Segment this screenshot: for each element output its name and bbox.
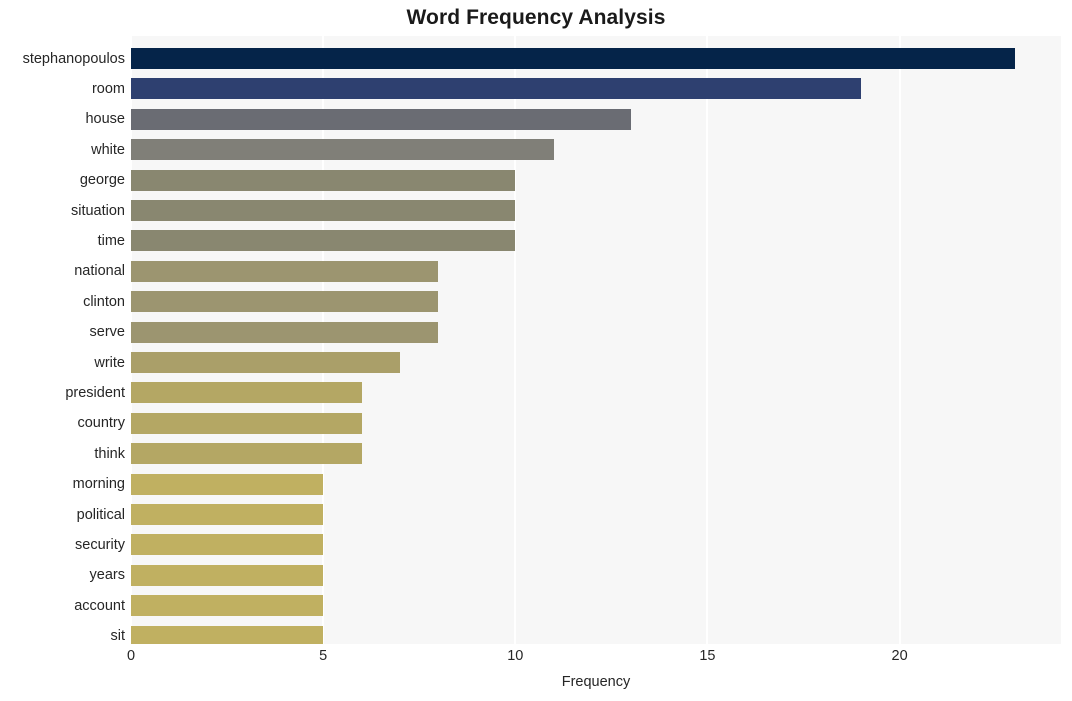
y-tick-label: room [91, 80, 125, 97]
y-tick-label: morning [72, 476, 125, 493]
y-tick-label: political [76, 506, 125, 523]
bar [131, 230, 516, 252]
bar [131, 534, 324, 556]
chart-figure: Word Frequency Analysis stephanopoulos ro… [0, 0, 1072, 701]
y-tick-label: security [75, 536, 125, 553]
x-tick-label: 0 [126, 648, 136, 664]
bar-series [131, 36, 1061, 644]
y-tick-label: think [94, 445, 125, 462]
bar [131, 504, 324, 525]
y-tick-label: national [74, 263, 125, 280]
page-title: Word Frequency Analysis [406, 6, 666, 29]
bar [131, 625, 324, 644]
bar [131, 352, 400, 373]
x-axis-title: Frequency [561, 674, 631, 690]
y-tick-label: time [97, 232, 125, 249]
bar [131, 564, 324, 586]
bar [131, 443, 362, 465]
y-tick-label: clinton [83, 293, 125, 310]
bar [131, 595, 324, 617]
bar [131, 200, 516, 221]
bar [131, 169, 516, 191]
y-tick-label: george [79, 172, 125, 189]
bar [131, 139, 554, 161]
bar [131, 78, 862, 100]
bar [131, 412, 362, 434]
bar [131, 382, 362, 404]
bar [131, 291, 439, 313]
bar [131, 260, 439, 282]
y-tick-label: account [74, 597, 125, 614]
plot-area [131, 36, 1061, 644]
y-tick-label: house [85, 111, 125, 128]
bar [131, 473, 324, 495]
x-tick-label: 20 [891, 648, 908, 664]
y-tick-label: stephanopoulos [22, 50, 125, 67]
x-tick-label: 10 [507, 648, 524, 664]
bar [131, 48, 1015, 69]
bar [131, 108, 631, 130]
bar [131, 321, 439, 343]
y-tick-label: years [89, 567, 125, 584]
y-tick-label: sit [110, 628, 126, 645]
y-axis-tick-labels: stephanopoulos room house white george situat… [0, 36, 126, 645]
y-tick-label: situation [70, 202, 125, 219]
y-tick-label: write [94, 354, 125, 371]
x-axis-tick-labels: 0 5 10 15 20 [127, 648, 1061, 670]
x-tick-label: 5 [319, 648, 328, 664]
x-tick-label: 15 [699, 648, 716, 664]
y-tick-label: white [91, 141, 125, 158]
y-tick-label: serve [89, 324, 125, 341]
y-tick-label: country [77, 415, 125, 432]
y-tick-label: president [65, 384, 125, 401]
